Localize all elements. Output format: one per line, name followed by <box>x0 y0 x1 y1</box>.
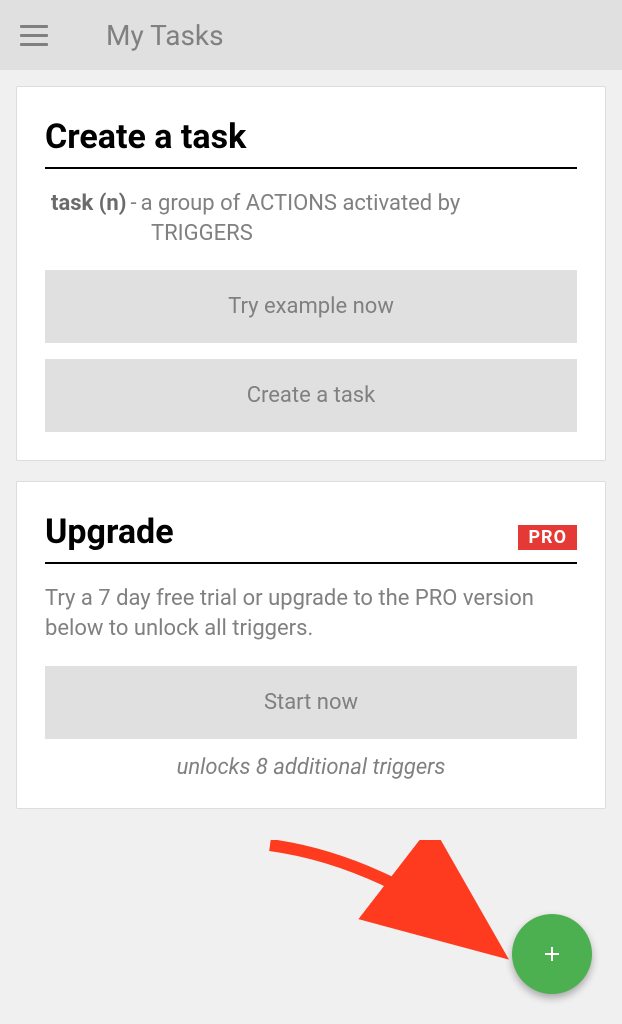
create-task-title: Create a task <box>45 117 577 169</box>
definition-line2: TRIGGERS <box>151 219 577 249</box>
try-example-button[interactable]: Try example now <box>45 270 577 343</box>
upgrade-title-row: Upgrade PRO <box>45 512 577 564</box>
plus-icon <box>540 942 564 966</box>
upgrade-description: Try a 7 day free trial or upgrade to the… <box>45 584 577 643</box>
upgrade-title: Upgrade <box>45 512 174 552</box>
upgrade-card: Upgrade PRO Try a 7 day free trial or up… <box>16 481 606 808</box>
unlock-note: unlocks 8 additional triggers <box>45 755 577 780</box>
content-area: Create a task task (n)-a group of ACTION… <box>0 70 622 845</box>
start-now-button[interactable]: Start now <box>45 666 577 739</box>
annotation-arrow <box>260 840 540 980</box>
menu-icon[interactable] <box>20 17 56 53</box>
definition-line1: a group of ACTIONS activated by <box>141 191 461 216</box>
definition-term: task (n) <box>51 191 127 216</box>
pro-badge: PRO <box>518 525 577 550</box>
add-fab[interactable] <box>512 914 592 994</box>
page-title: My Tasks <box>106 19 224 52</box>
create-task-button[interactable]: Create a task <box>45 359 577 432</box>
task-definition: task (n)-a group of ACTIONS activated by… <box>45 189 577 248</box>
definition-separator: - <box>131 191 137 216</box>
app-bar: My Tasks <box>0 0 622 70</box>
create-task-card: Create a task task (n)-a group of ACTION… <box>16 86 606 461</box>
